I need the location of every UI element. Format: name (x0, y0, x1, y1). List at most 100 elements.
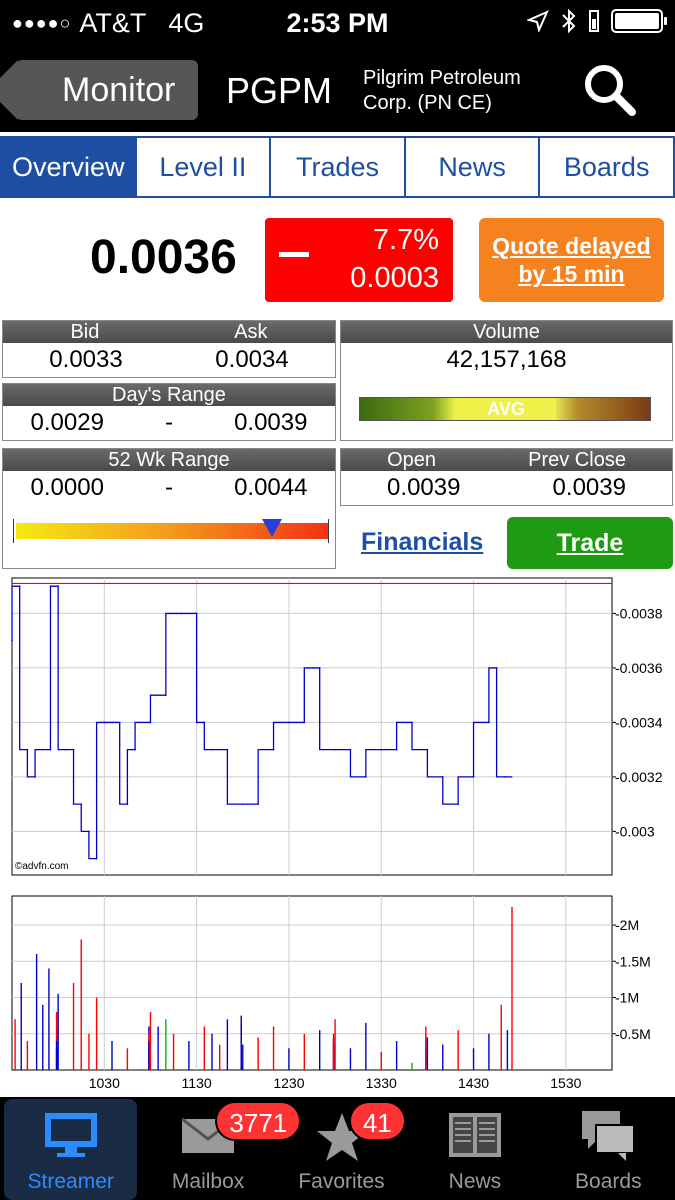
trade-button[interactable]: Trade (507, 517, 673, 569)
favorites-badge: 41 (348, 1101, 406, 1141)
wk52-header: 52 Wk Range (3, 449, 335, 471)
price-point (149, 721, 152, 724)
volume-panel: Volume 42,157,168 AVG (340, 320, 673, 441)
tabbar-news-label: News (448, 1170, 502, 1193)
price-point (318, 667, 321, 669)
price-point (288, 721, 290, 724)
price-point (226, 748, 229, 751)
price-point (111, 721, 113, 724)
days-range-low: 0.0029 (30, 409, 104, 436)
quote-delayed-button[interactable]: Quote delayed by 15 min (479, 218, 664, 302)
price-point (495, 667, 498, 669)
volume-y-tick: -2M (615, 917, 639, 933)
tab-news[interactable]: News (405, 138, 541, 196)
wk52-range-panel: 52 Wk Range 0.0000 - 0.0044 (2, 448, 336, 569)
tab-level-ii[interactable]: Level II (136, 138, 272, 196)
delayed-line1: Quote delayed (492, 233, 651, 259)
price-point (303, 721, 306, 724)
price-point (180, 612, 183, 615)
volume-avg-indicator: AVG (456, 398, 556, 420)
last-price: 0.0036 (90, 231, 237, 284)
prev-close-value: 0.0039 (552, 474, 626, 501)
watermark-text: ©advfn.com (15, 861, 69, 872)
back-monitor-button[interactable]: Monitor (0, 60, 198, 120)
price-chart[interactable]: 103011301230133014301530-0.0038-0.0036-0… (0, 575, 675, 898)
price-y-tick: -0.0036 (615, 660, 663, 676)
volume-value-row: 42,157,168 (341, 343, 672, 377)
delayed-line2: by 15 min (518, 261, 625, 287)
volume-y-tick: -1M (615, 990, 639, 1006)
price-point (257, 803, 259, 805)
price-point (34, 776, 36, 778)
price-point (18, 585, 21, 587)
price-point (334, 748, 336, 751)
bid-label: Bid (70, 321, 100, 343)
price-point (411, 721, 413, 724)
price-point (457, 803, 459, 805)
tab-trades[interactable]: Trades (271, 138, 406, 196)
wk52-values: 0.0000 - 0.0044 (3, 471, 335, 505)
financials-link[interactable]: Financials (361, 528, 483, 557)
chat-bubbles-icon (582, 1111, 636, 1161)
price-point (103, 721, 106, 724)
price-point (26, 748, 29, 751)
volume-y-tick: -0.5M (615, 1026, 651, 1042)
tabbar-mailbox[interactable]: 3771 Mailbox (141, 1097, 302, 1200)
price-point (488, 721, 490, 724)
monitor-icon (44, 1113, 97, 1157)
wk52-label: 52 Wk Range (108, 449, 230, 471)
price-point (195, 612, 198, 615)
volume-x-tick: 1530 (550, 1075, 581, 1091)
price-point (272, 748, 275, 751)
battery-icon (611, 9, 667, 33)
company-name: Pilgrim Petroleum Corp. (PN CE) (363, 66, 563, 116)
price-point (426, 748, 429, 751)
battery-small-icon (589, 10, 599, 32)
days-range-header: Day's Range (3, 384, 335, 406)
volume-value: 42,157,168 (446, 346, 567, 373)
price-point (241, 803, 244, 805)
price-point (203, 721, 206, 724)
volume-chart[interactable]: 1030 1130 1230 1330 1430 1530 -2M -1.5M -1M -0.5M (0, 893, 675, 1095)
tabbar-news[interactable]: News (408, 1097, 541, 1200)
status-icons (527, 8, 667, 34)
price-point (503, 776, 506, 778)
bid-value: 0.0033 (49, 346, 123, 373)
price-point (95, 857, 98, 860)
price-point (441, 776, 444, 778)
wk52-range-bar (13, 519, 329, 543)
tab-overview[interactable]: Overview (2, 138, 137, 196)
volume-x-tick: 1230 (273, 1075, 304, 1091)
open-value: 0.0039 (387, 474, 461, 501)
price-y-tick: -0.0038 (615, 605, 663, 621)
price-point (80, 803, 83, 805)
tab-boards[interactable]: Boards (540, 138, 673, 196)
change-absolute: 0.0003 (350, 262, 439, 294)
search-icon[interactable] (580, 60, 640, 120)
tabbar-mailbox-label: Mailbox (171, 1170, 245, 1193)
tabbar-favorites-label: Favorites (298, 1170, 385, 1193)
price-point (126, 803, 129, 805)
bluetooth-icon (562, 8, 576, 34)
days-range-separator: - (165, 409, 173, 436)
wk52-low: 0.0000 (30, 474, 104, 501)
open-close-header: Open Prev Close (341, 449, 672, 471)
price-point (349, 748, 352, 751)
price-point (365, 776, 367, 778)
price-point (49, 748, 52, 751)
price-point (118, 721, 121, 724)
volume-chart-svg: 1030 1130 1230 1330 1430 1530 -2M -1.5M -1M -0.5M (11, 895, 651, 1091)
back-button-label: Monitor (62, 70, 176, 109)
tabbar-favorites[interactable]: 41 Favorites (275, 1097, 408, 1200)
price-point (472, 776, 475, 778)
price-point (57, 585, 59, 587)
price-point (395, 748, 398, 751)
tabbar-boards[interactable]: Boards (542, 1097, 675, 1200)
open-close-panel: Open Prev Close 0.0039 0.0039 (340, 448, 673, 506)
tabbar-streamer[interactable]: Streamer (4, 1099, 138, 1200)
change-percent: 7.7% (372, 224, 439, 256)
volume-gauge: AVG (359, 397, 651, 421)
volume-y-tick: -1.5M (615, 953, 651, 969)
price-y-tick: -0.0034 (615, 714, 663, 730)
company-name-line1: Pilgrim Petroleum (363, 67, 521, 89)
